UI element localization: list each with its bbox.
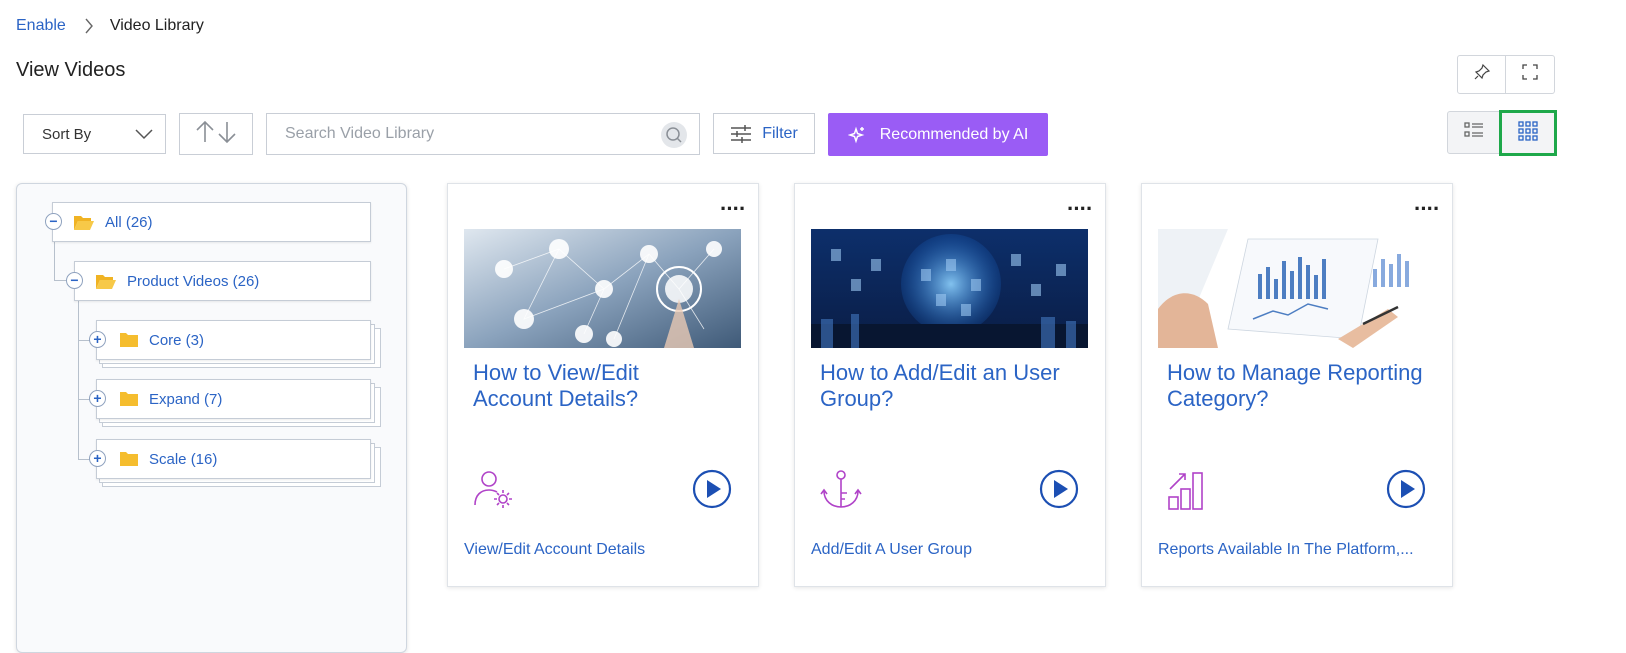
- expand-icon: [1521, 63, 1539, 86]
- folder-icon: [119, 391, 139, 407]
- sort-direction-button[interactable]: [179, 113, 253, 155]
- list-view-button[interactable]: [1447, 111, 1500, 154]
- card-link[interactable]: Reports Available In The Platform,...: [1158, 541, 1414, 559]
- open-folder-icon: [73, 213, 95, 231]
- video-card[interactable]: ···· How to Add/Edit an User Group? Add/…: [794, 183, 1106, 587]
- breadcrumb-enable-link[interactable]: Enable: [16, 17, 66, 35]
- ai-button-label: Recommended by AI: [879, 125, 1029, 143]
- tree-node-expand[interactable]: Expand (7): [96, 379, 371, 419]
- expand-toggle-core[interactable]: +: [89, 331, 106, 348]
- user-settings-icon: [473, 469, 515, 516]
- tree-node-product-videos[interactable]: Product Videos (26): [74, 261, 371, 301]
- tree-node-core[interactable]: Core (3): [96, 320, 371, 360]
- tree-node-label: Product Videos (26): [127, 272, 260, 290]
- card-title[interactable]: How to View/Edit Account Details?: [473, 360, 693, 412]
- collapse-toggle-product-videos[interactable]: −: [66, 272, 83, 289]
- more-options-icon[interactable]: ····: [1414, 198, 1440, 220]
- recommended-by-ai-button[interactable]: Recommended by AI: [828, 113, 1048, 156]
- search-box: [266, 113, 700, 155]
- tree-node-label: Expand (7): [149, 390, 223, 408]
- grid-view-icon: [1518, 120, 1538, 146]
- folder-icon: [119, 451, 139, 467]
- pin-icon: [1473, 63, 1491, 86]
- sort-by-label: Sort By: [42, 125, 92, 143]
- video-thumbnail[interactable]: [811, 229, 1088, 348]
- play-button[interactable]: [1039, 469, 1079, 514]
- chevron-down-icon: [135, 127, 153, 144]
- tree-node-scale[interactable]: Scale (16): [96, 439, 371, 479]
- sort-by-dropdown[interactable]: Sort By: [23, 114, 166, 154]
- tree-node-label: Scale (16): [149, 450, 218, 468]
- video-thumbnail[interactable]: [1158, 229, 1435, 348]
- tree-node-label: All (26): [105, 213, 153, 231]
- folder-icon: [119, 332, 139, 348]
- sort-arrows-icon: [193, 120, 239, 149]
- filter-button[interactable]: Filter: [713, 113, 815, 154]
- fullscreen-button[interactable]: [1506, 55, 1555, 94]
- breadcrumb-current: Video Library: [109, 17, 204, 34]
- tree-line: [78, 290, 79, 460]
- list-view-icon: [1463, 121, 1484, 144]
- search-icon[interactable]: [661, 122, 687, 148]
- play-button[interactable]: [692, 469, 732, 514]
- video-card[interactable]: ···· How to View/Edit Account Details? V…: [447, 183, 759, 587]
- video-thumbnail[interactable]: [464, 229, 741, 348]
- card-title[interactable]: How to Manage Reporting Category?: [1167, 360, 1427, 412]
- grid-view-button[interactable]: [1499, 110, 1557, 156]
- card-link[interactable]: View/Edit Account Details: [464, 541, 645, 559]
- pin-button[interactable]: [1457, 55, 1506, 94]
- collapse-toggle-all[interactable]: −: [45, 213, 62, 230]
- open-folder-icon: [95, 272, 117, 290]
- search-input[interactable]: [285, 125, 645, 143]
- anchor-icon: [820, 469, 862, 516]
- expand-toggle-scale[interactable]: +: [89, 450, 106, 467]
- tree-node-all[interactable]: All (26): [52, 202, 371, 242]
- card-link[interactable]: Add/Edit A User Group: [811, 541, 972, 559]
- sliders-icon: [730, 124, 752, 144]
- window-controls: [1457, 55, 1555, 94]
- breadcrumb: Enable Video Library: [16, 15, 204, 37]
- video-card[interactable]: ···· How to Manage Reporting Category? R…: [1141, 183, 1453, 587]
- more-options-icon[interactable]: ····: [1067, 198, 1093, 220]
- bar-chart-icon: [1167, 469, 1209, 516]
- play-button[interactable]: [1386, 469, 1426, 514]
- tree-node-label: Core (3): [149, 331, 205, 349]
- card-title[interactable]: How to Add/Edit an User Group?: [820, 360, 1080, 412]
- chevron-right-icon: [84, 18, 94, 34]
- more-options-icon[interactable]: ····: [720, 198, 746, 220]
- sparkle-icon: [847, 126, 866, 144]
- page-title: View Videos: [16, 59, 126, 81]
- expand-toggle-expand[interactable]: +: [89, 390, 106, 407]
- filter-label: Filter: [762, 124, 798, 142]
